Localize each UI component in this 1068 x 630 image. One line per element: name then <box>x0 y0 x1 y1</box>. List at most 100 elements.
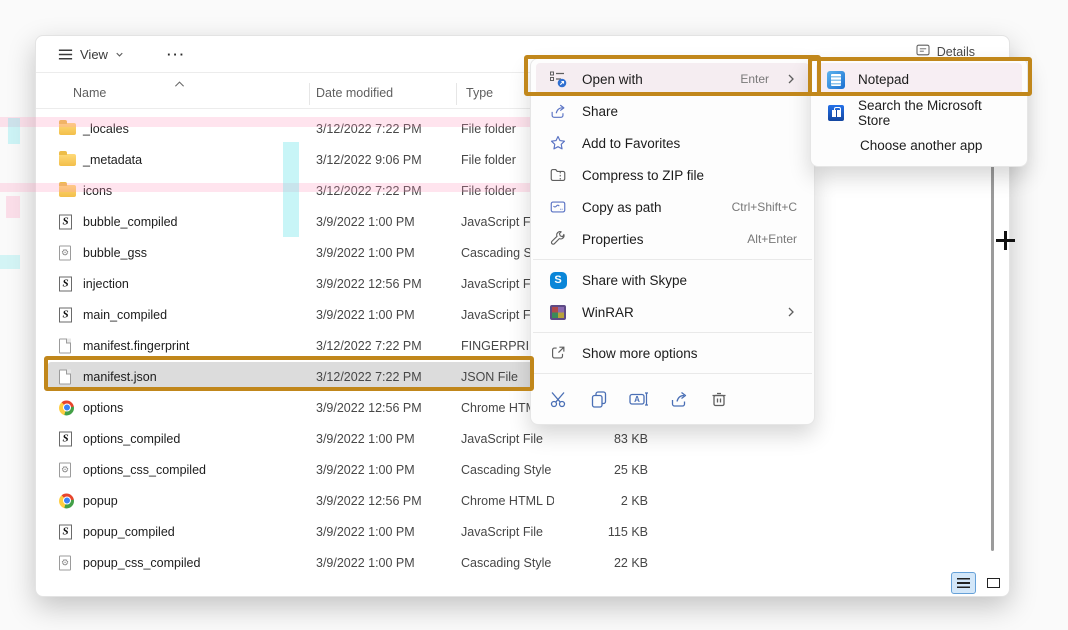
wrench-icon <box>548 230 568 248</box>
cut-button[interactable] <box>545 386 572 413</box>
menu-item-label: WinRAR <box>582 305 634 320</box>
menu-item-share-with-skype[interactable]: Share with Skype <box>536 264 809 296</box>
file-name: injection <box>83 277 129 291</box>
file-row[interactable]: options_compiled 3/9/2022 1:00 PM JavaSc… <box>48 423 999 454</box>
file-row[interactable]: popup 3/9/2022 12:56 PM Chrome HTML Do..… <box>48 485 999 516</box>
svg-text:A: A <box>634 395 640 404</box>
file-name: options_css_compiled <box>83 463 206 477</box>
icons-view-button[interactable] <box>981 572 1006 594</box>
menu-item-add-to-favorites[interactable]: Add to Favorites <box>536 127 809 159</box>
file-name: bubble_gss <box>83 246 147 260</box>
javascript-file-icon <box>59 307 72 322</box>
file-row[interactable]: main_compiled 3/9/2022 1:00 PM JavaScrip… <box>48 299 999 330</box>
column-header-date-modified[interactable]: Date modified <box>316 86 393 100</box>
css-file-icon <box>59 245 71 260</box>
file-date: 3/9/2022 12:56 PM <box>316 401 461 415</box>
file-row[interactable]: options_css_compiled 3/9/2022 1:00 PM Ca… <box>48 454 999 485</box>
file-size: 83 KB <box>548 432 648 446</box>
file-date: 3/9/2022 1:00 PM <box>316 308 461 322</box>
file-name: _metadata <box>83 153 142 167</box>
menu-item-shortcut: Ctrl+Shift+C <box>732 200 797 214</box>
menu-item-label: Show more options <box>582 346 698 361</box>
icons-view-icon <box>987 578 1000 588</box>
menu-item-shortcut: Enter <box>740 72 769 86</box>
submenu-item-search-store[interactable]: Search the Microsoft Store <box>816 96 1022 129</box>
chevron-right-icon <box>785 306 797 318</box>
file-name: icons <box>83 184 112 198</box>
file-row[interactable]: popup_compiled 3/9/2022 1:00 PM JavaScri… <box>48 516 999 547</box>
file-name: options <box>83 401 123 415</box>
menu-item-copy-as-path[interactable]: Copy as path Ctrl+Shift+C <box>536 191 809 223</box>
view-menu-button[interactable]: View <box>50 41 132 68</box>
file-size: 22 KB <box>548 556 648 570</box>
file-date: 3/9/2022 12:56 PM <box>316 277 461 291</box>
more-options-button[interactable]: ··· <box>160 42 193 67</box>
copy-path-icon <box>548 198 568 216</box>
file-type: Cascading Style S... <box>461 463 554 477</box>
menu-item-label: Properties <box>582 232 644 247</box>
folder-icon <box>59 154 76 166</box>
file-row-selected[interactable]: manifest.json 3/12/2022 7:22 PM JSON Fil… <box>48 361 999 392</box>
file-date: 3/12/2022 7:22 PM <box>316 339 461 353</box>
menu-item-share[interactable]: Share <box>536 95 809 127</box>
file-date: 3/9/2022 12:56 PM <box>316 494 461 508</box>
menu-item-show-more-options[interactable]: Show more options <box>536 337 809 369</box>
crosshair-cursor <box>996 231 1015 250</box>
file-row[interactable]: options 3/9/2022 12:56 PM Chrome HTML Do… <box>48 392 999 423</box>
menu-item-compress-zip[interactable]: Compress to ZIP file <box>536 159 809 191</box>
menu-item-label: Share <box>582 104 618 119</box>
file-name: _locales <box>83 122 129 136</box>
file-size: 2 KB <box>548 494 648 508</box>
copy-button[interactable] <box>585 386 612 413</box>
star-icon <box>548 134 568 152</box>
file-name: popup_css_compiled <box>83 556 200 570</box>
winrar-icon <box>548 305 568 320</box>
menu-item-properties[interactable]: Properties Alt+Enter <box>536 223 809 255</box>
file-name: popup <box>83 494 118 508</box>
file-size: 115 KB <box>548 525 648 539</box>
submenu-item-notepad[interactable]: Notepad <box>816 63 1022 96</box>
menu-item-label: Open with <box>582 72 643 87</box>
file-date: 3/12/2022 7:22 PM <box>316 122 461 136</box>
file-row[interactable]: injection 3/9/2022 12:56 PM JavaScript F… <box>48 268 999 299</box>
menu-item-label: Add to Favorites <box>582 136 680 151</box>
file-name: main_compiled <box>83 308 167 322</box>
glitch-artifact <box>0 255 20 269</box>
file-date: 3/9/2022 1:00 PM <box>316 525 461 539</box>
file-date: 3/9/2022 1:00 PM <box>316 246 461 260</box>
file-row[interactable]: bubble_gss 3/9/2022 1:00 PM Cascading St… <box>48 237 999 268</box>
file-row[interactable]: icons 3/12/2022 7:22 PM File folder <box>48 175 999 206</box>
menu-item-winrar[interactable]: WinRAR <box>536 296 809 328</box>
file-icon <box>59 369 71 384</box>
submenu-item-label: Search the Microsoft Store <box>858 98 1012 128</box>
css-file-icon <box>59 462 71 477</box>
rename-button[interactable]: A <box>625 386 652 413</box>
javascript-file-icon <box>59 276 72 291</box>
share-icon <box>548 102 568 120</box>
details-view-button[interactable] <box>951 572 976 594</box>
column-header-type[interactable]: Type <box>466 86 493 100</box>
delete-button[interactable] <box>705 386 732 413</box>
file-row[interactable]: popup_css_compiled 3/9/2022 1:00 PM Casc… <box>48 547 999 578</box>
javascript-file-icon <box>59 431 72 446</box>
share-button[interactable] <box>665 386 692 413</box>
menu-item-label: Compress to ZIP file <box>582 168 704 183</box>
folder-icon <box>59 185 76 197</box>
zip-folder-icon <box>548 166 568 184</box>
menu-item-open-with[interactable]: Open with Enter <box>536 63 809 95</box>
file-row[interactable]: bubble_compiled 3/9/2022 1:00 PM JavaScr… <box>48 206 999 237</box>
submenu-item-choose-another-app[interactable]: Choose another app <box>816 129 1022 162</box>
file-name: popup_compiled <box>83 525 175 539</box>
file-name: manifest.json <box>83 370 157 384</box>
column-header-name[interactable]: Name <box>73 86 106 100</box>
column-separator[interactable] <box>456 83 457 105</box>
notepad-icon <box>826 71 846 89</box>
file-type: JavaScript File <box>461 525 554 539</box>
file-row[interactable]: manifest.fingerprint 3/12/2022 7:22 PM F… <box>48 330 999 361</box>
chevron-right-icon <box>785 73 797 85</box>
file-date: 3/9/2022 1:00 PM <box>316 556 461 570</box>
open-with-submenu: Notepad Search the Microsoft Store Choos… <box>810 58 1028 167</box>
microsoft-store-icon <box>826 105 846 121</box>
chrome-html-icon <box>59 400 74 415</box>
column-separator[interactable] <box>309 83 310 105</box>
